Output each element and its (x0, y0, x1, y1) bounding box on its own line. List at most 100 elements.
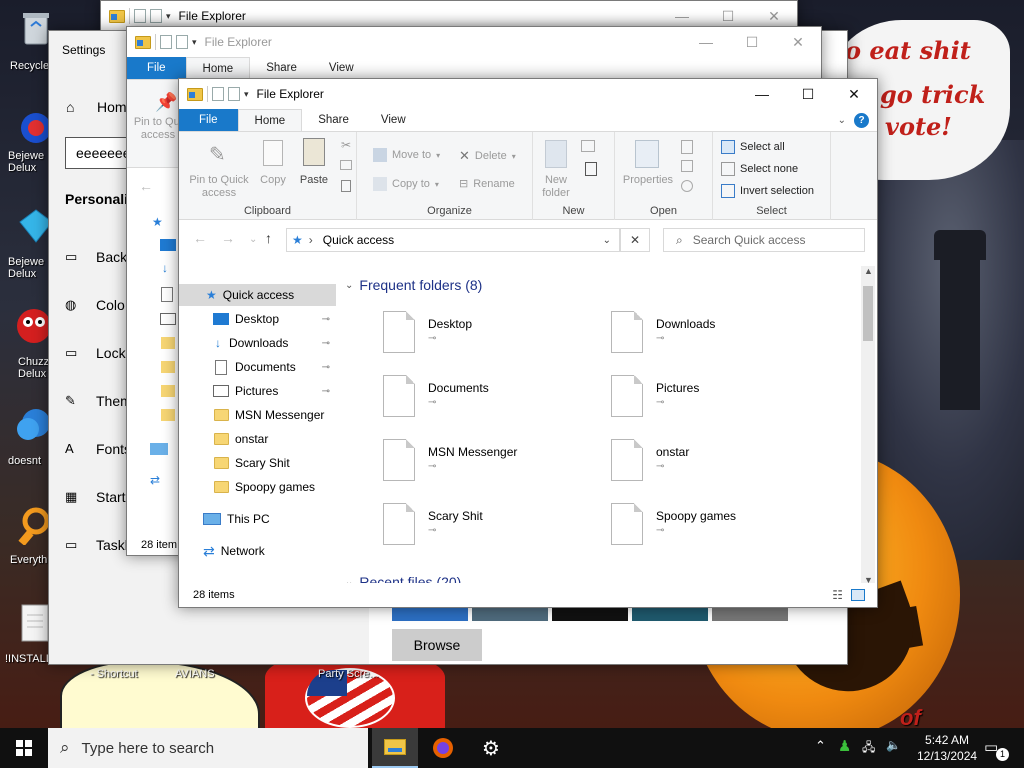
pictures-icon[interactable] (160, 313, 176, 325)
taskbar-settings[interactable]: ⚙ (468, 728, 514, 768)
nav-item-downloads[interactable]: ↓ Downloads ⊸ (179, 332, 336, 354)
paste-button[interactable]: Paste (297, 174, 331, 187)
select-all-button[interactable]: Select all (721, 140, 785, 154)
address-path[interactable]: Quick access (323, 233, 394, 247)
tile-pictures[interactable]: Pictures ⊸ (611, 375, 831, 425)
tab-share[interactable]: Share (302, 109, 365, 131)
maximize-icon[interactable]: ☐ (729, 27, 775, 57)
pin-icon[interactable]: ⊸ (322, 362, 330, 373)
pin-icon[interactable]: ⊸ (322, 386, 330, 397)
nav-item-desktop[interactable]: Desktop ⊸ (179, 308, 336, 330)
new-folder-mini-icon[interactable] (176, 35, 188, 49)
tab-file[interactable]: File (127, 57, 186, 79)
start-button[interactable] (0, 728, 48, 768)
nav-item-network[interactable]: ⇄ Network (179, 540, 265, 562)
paste-shortcut-icon[interactable] (341, 180, 351, 192)
new-folder-mini-icon[interactable] (150, 9, 162, 23)
folder-icon[interactable] (161, 361, 175, 373)
cut-icon[interactable]: ✂ (341, 138, 351, 152)
minimize-icon[interactable]: — (683, 27, 729, 57)
close-icon[interactable]: ✕ (831, 79, 877, 109)
up-icon[interactable]: ↑ (265, 230, 272, 246)
pin-icon[interactable]: ⊸ (322, 338, 330, 349)
rename-button[interactable]: ⊟ Rename (459, 177, 515, 191)
tile-msn-messenger[interactable]: MSN Messenger ⊸ (383, 439, 603, 489)
back-icon[interactable]: ← (139, 178, 153, 194)
msn-messenger-icon[interactable] (14, 405, 50, 441)
qat-dropdown-icon[interactable]: ▾ (166, 11, 171, 22)
nav-item-documents[interactable]: Documents ⊸ (179, 356, 336, 378)
pin-to-quick-access-button[interactable]: Pin to Qui access (133, 116, 183, 142)
help-icon[interactable]: ? (854, 109, 869, 131)
large-icons-view-icon[interactable] (851, 589, 865, 601)
search-input[interactable]: ⌕ Search Quick access (663, 228, 865, 252)
invert-selection-button[interactable]: Invert selection (721, 184, 814, 198)
scroll-up-icon[interactable]: ▲ (864, 266, 873, 276)
address-dropdown-icon[interactable]: ⌄ (603, 235, 611, 246)
new-item-icon[interactable] (581, 140, 595, 152)
details-view-icon[interactable]: ☷ (832, 588, 843, 602)
nav-item-spoopy-games[interactable]: Spoopy games (179, 476, 315, 498)
address-bar[interactable]: ★ › Quick access ⌄ (286, 228, 620, 252)
tile-spoopy-games[interactable]: Spoopy games ⊸ (611, 503, 831, 553)
settings-home-link[interactable]: Hom (97, 99, 127, 115)
user-icon[interactable]: ♟ (838, 737, 851, 755)
open-icon[interactable] (681, 140, 693, 154)
pin-icon[interactable]: ⊸ (322, 314, 330, 325)
nav-item-onstar[interactable]: onstar (179, 428, 268, 450)
properties-mini-icon[interactable] (212, 87, 224, 101)
qat-dropdown-icon[interactable]: ▾ (192, 37, 197, 48)
this-pc-icon[interactable] (150, 443, 168, 455)
folder-icon[interactable] (161, 409, 175, 421)
folder-icon[interactable] (161, 337, 175, 349)
clear-address-icon[interactable]: ✕ (620, 228, 650, 252)
ribbon-collapse-icon[interactable]: ⌄ (838, 109, 846, 131)
taskbar-firefox[interactable] (420, 728, 466, 768)
pin-to-quick-access-button[interactable]: Pin to Quick access (185, 174, 253, 200)
properties-mini-icon[interactable] (134, 9, 146, 23)
scrollbar-thumb[interactable] (863, 286, 873, 341)
document-icon[interactable] (161, 287, 173, 302)
new-folder-button[interactable]: New folder (533, 174, 579, 200)
tab-view[interactable]: View (365, 109, 422, 131)
vertical-scrollbar[interactable]: ▲ ▼ (861, 266, 875, 585)
move-to-button[interactable]: Move to ▾ (373, 148, 440, 162)
easy-access-icon[interactable] (585, 162, 597, 176)
desktop-icon[interactable] (160, 239, 176, 251)
qat-dropdown-icon[interactable]: ▾ (244, 89, 249, 100)
copy-path-icon[interactable] (340, 160, 352, 170)
tab-share[interactable]: Share (250, 57, 313, 79)
settings-nav-lock-screen[interactable]: Lock (96, 345, 126, 361)
chuzzle-icon[interactable] (16, 306, 52, 343)
tile-documents[interactable]: Documents ⊸ (383, 375, 603, 425)
quick-access-star-icon[interactable]: ★ (152, 215, 163, 229)
nav-item-scary-shit[interactable]: Scary Shit (179, 452, 290, 474)
nav-item-msn-messenger[interactable]: MSN Messenger (179, 404, 324, 426)
tile-downloads[interactable]: Downloads ⊸ (611, 311, 831, 361)
forward-icon[interactable]: → (221, 230, 235, 246)
taskbar-file-explorer[interactable] (372, 728, 418, 768)
maximize-icon[interactable]: ☐ (785, 79, 831, 109)
network-icon[interactable]: ⇄ (150, 473, 160, 487)
recent-locations-icon[interactable]: ⌄ (249, 234, 257, 245)
network-tray-icon[interactable]: 🖧 (862, 738, 875, 759)
tile-desktop[interactable]: Desktop ⊸ (383, 311, 603, 361)
new-folder-mini-icon[interactable] (228, 87, 240, 101)
properties-mini-icon[interactable] (160, 35, 172, 49)
tab-home[interactable]: Home (237, 109, 303, 131)
settings-nav-start[interactable]: Start (96, 489, 126, 505)
tab-file[interactable]: File (179, 109, 238, 131)
nav-item-this-pc[interactable]: This PC (179, 508, 270, 530)
tab-home[interactable]: Home (185, 57, 251, 79)
nav-item-quick-access[interactable]: ★ Quick access (179, 284, 336, 306)
taskbar-search-box[interactable]: ⌕ Type here to search (48, 728, 368, 768)
volume-icon[interactable]: 🔈 (886, 738, 901, 752)
folder-icon[interactable] (161, 385, 175, 397)
download-icon[interactable]: ↓ (162, 261, 168, 275)
history-icon[interactable] (681, 180, 693, 192)
close-icon[interactable]: ✕ (775, 27, 821, 57)
properties-button[interactable]: Properties (619, 174, 677, 187)
select-none-button[interactable]: Select none (721, 162, 798, 176)
copy-to-button[interactable]: Copy to ▾ (373, 177, 439, 191)
frequent-folders-header[interactable]: ⌄ Frequent folders (8) (345, 277, 482, 293)
